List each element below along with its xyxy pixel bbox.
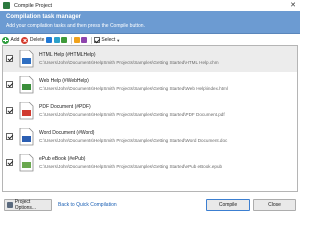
task-name: Web Help (#WebHelp) [39,78,89,84]
move-up-icon[interactable] [73,37,80,43]
task-row[interactable]: PDF Document (#PDF) C:\Users\John\Docume… [3,98,297,124]
header-subtitle: Add your compilation tasks and then pres… [6,23,145,29]
task-name: HTML Help (#HTMLHelp) [39,52,96,58]
task-row[interactable]: Word Document (#Word) C:\Users\John\Docu… [3,124,297,150]
toolbar-separator [70,36,72,44]
compile-button[interactable]: Compile [206,199,250,211]
task-type-icon[interactable] [61,37,68,43]
add-icon [2,36,9,44]
task-checkbox[interactable] [6,133,13,140]
task-output-path: C:\Users\John\Documents\HelpSmith Projec… [39,138,228,143]
task-type-icon[interactable] [53,37,60,43]
chm-document-icon [19,50,34,68]
add-label: Add [10,37,20,43]
gear-icon [7,202,13,208]
task-checkbox[interactable] [6,55,13,62]
app-icon [3,2,10,9]
task-output-path: C:\Users\John\Documents\HelpSmith Projec… [39,86,228,91]
task-row[interactable]: ePub eBook (#ePub) C:\Users\John\Documen… [3,150,297,176]
task-checkbox[interactable] [6,159,13,166]
select-label: Select [101,37,116,43]
close-button[interactable]: Close [253,199,296,211]
task-name: Word Document (#Word) [39,130,95,136]
pdf-document-icon [19,102,34,120]
task-row[interactable]: Web Help (#WebHelp) C:\Users\John\Docume… [3,72,297,98]
task-checkbox[interactable] [6,107,13,114]
compile-project-dialog: Compile Project ✕ Compilation task manag… [0,0,300,215]
toolbar: Add Delete Select ▼ [2,35,298,45]
task-output-path: C:\Users\John\Documents\HelpSmith Projec… [39,112,225,117]
task-checkbox[interactable] [6,81,13,88]
chevron-down-icon: ▼ [116,37,121,43]
toolbar-separator [90,36,92,44]
task-output-path: C:\Users\John\Documents\HelpSmith Projec… [39,60,219,65]
delete-label: Delete [29,37,45,43]
add-button[interactable]: Add [2,36,20,44]
project-options-button[interactable]: Project Options... [4,199,52,211]
select-dropdown[interactable]: Select ▼ [93,37,121,43]
task-type-icon[interactable] [46,37,53,43]
window-title: Compile Project [14,2,53,9]
word-document-icon [19,128,34,146]
move-down-icon[interactable] [81,37,88,43]
task-name: PDF Document (#PDF) [39,104,91,110]
task-row[interactable]: HTML Help (#HTMLHelp) C:\Users\John\Docu… [3,46,297,72]
task-name: ePub eBook (#ePub) [39,156,86,162]
task-list: HTML Help (#HTMLHelp) C:\Users\John\Docu… [2,45,298,192]
header-title: Compilation task manager [6,14,82,20]
task-output-path: C:\Users\John\Documents\HelpSmith Projec… [39,164,223,169]
close-window-icon[interactable]: ✕ [290,1,296,10]
html-document-icon [19,76,34,94]
delete-icon [21,36,29,44]
epub-document-icon [19,154,34,172]
delete-button[interactable]: Delete [21,36,45,44]
title-bar: Compile Project ✕ [0,0,300,11]
project-options-label: Project Options... [14,199,37,211]
dialog-footer: Project Options... Back to Quick Compila… [0,196,300,215]
header-banner: Compilation task manager Add your compil… [0,11,300,34]
select-check-icon [93,37,100,43]
quick-compilation-link[interactable]: Back to Quick Compilation [58,202,117,208]
